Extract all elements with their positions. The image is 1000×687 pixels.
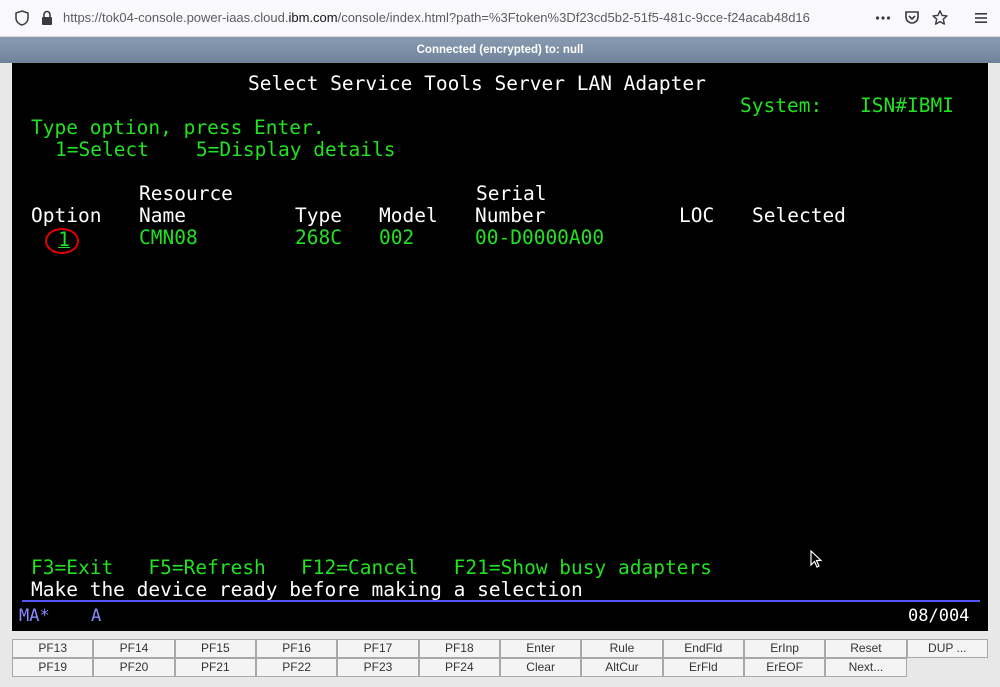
- pf-key-altcur[interactable]: AltCur: [581, 658, 663, 677]
- pf-key-erfld[interactable]: ErFld: [662, 658, 744, 677]
- pf-key-grid: PF13 PF14 PF15 PF16 PF17 PF18 Enter Rule EndFld E…: [12, 639, 988, 677]
- url-field[interactable]: https://tok04-console.power-iaas.cloud.i…: [63, 10, 810, 25]
- shield-icon[interactable]: [13, 9, 31, 27]
- pf-key-pf21[interactable]: PF21: [174, 658, 256, 677]
- pf-key-rule[interactable]: Rule: [581, 639, 663, 658]
- col-type: Type: [295, 204, 342, 227]
- pf-key-pf15[interactable]: PF15: [174, 639, 256, 658]
- star-icon[interactable]: [931, 9, 949, 27]
- col-loc: LOC: [679, 204, 715, 227]
- mouse-pointer-icon: [810, 549, 824, 570]
- pf-key-pf14[interactable]: PF14: [93, 639, 175, 658]
- terminal-screen[interactable]: Select Service Tools Server LAN Adapter …: [12, 63, 988, 631]
- row-serial: 00-D0000A00: [475, 226, 605, 249]
- pf-key-pf17[interactable]: PF17: [337, 639, 419, 658]
- status-mode: A: [91, 606, 102, 626]
- pf-key-pf18[interactable]: PF18: [418, 639, 500, 658]
- pf-key-clear[interactable]: Clear: [499, 658, 582, 677]
- more-horizontal-icon[interactable]: [874, 9, 892, 27]
- screen-title: Select Service Tools Server LAN Adapter: [248, 72, 706, 95]
- pf-key-pf19[interactable]: PF19: [12, 658, 94, 677]
- browser-toolbar: https://tok04-console.power-iaas.cloud.i…: [0, 0, 1000, 37]
- pf-key-enter[interactable]: Enter: [499, 639, 582, 658]
- connection-banner: Connected (encrypted) to: null: [0, 37, 1000, 63]
- pocket-icon[interactable]: [903, 9, 921, 27]
- message-line: Make the device ready before making a se…: [31, 578, 583, 601]
- function-keys-text: F3=Exit F5=Refresh F12=Cancel F21=Show b…: [31, 556, 712, 579]
- pf-key-pf20[interactable]: PF20: [93, 658, 175, 677]
- options-text: 1=Select 5=Display details: [55, 138, 396, 161]
- pf-key-pf13[interactable]: PF13: [12, 639, 94, 658]
- cursor-position: 08/004: [908, 606, 970, 626]
- pf-key-pf16[interactable]: PF16: [255, 639, 338, 658]
- col-model: Model: [379, 204, 438, 227]
- pf-key-pf24[interactable]: PF24: [418, 658, 500, 677]
- pf-key-ereof[interactable]: ErEOF: [743, 658, 826, 677]
- hamburger-menu-icon[interactable]: [972, 9, 990, 27]
- col-option: Option: [31, 204, 102, 227]
- pf-key-pf23[interactable]: PF23: [337, 658, 419, 677]
- row-name: CMN08: [139, 226, 198, 249]
- row-type: 268C: [295, 226, 342, 249]
- highlight-circle: [45, 228, 79, 254]
- col-selected: Selected: [752, 204, 846, 227]
- status-indicator: MA*: [19, 606, 50, 626]
- instruction-text: Type option, press Enter.: [31, 116, 325, 139]
- col-number: Number: [475, 204, 546, 227]
- pf-key-reset[interactable]: Reset: [825, 639, 907, 658]
- col-serial-top: Serial: [476, 182, 547, 205]
- pf-key-next[interactable]: Next...: [825, 658, 907, 677]
- system-label: System:: [740, 94, 823, 117]
- pf-key-erinp[interactable]: ErInp: [743, 639, 826, 658]
- pf-key-pf22[interactable]: PF22: [255, 658, 338, 677]
- pf-key-dup[interactable]: DUP ...: [906, 639, 988, 658]
- system-value: ISN#IBMI: [860, 94, 954, 117]
- pf-key-blank: [906, 658, 988, 677]
- terminal-frame: Select Service Tools Server LAN Adapter …: [0, 63, 1000, 687]
- row-model: 002: [379, 226, 415, 249]
- status-separator: [22, 600, 980, 602]
- col-name: Name: [139, 204, 186, 227]
- col-resource-top: Resource: [139, 182, 233, 205]
- pf-key-endfld[interactable]: EndFld: [662, 639, 744, 658]
- lock-icon[interactable]: [38, 9, 56, 27]
